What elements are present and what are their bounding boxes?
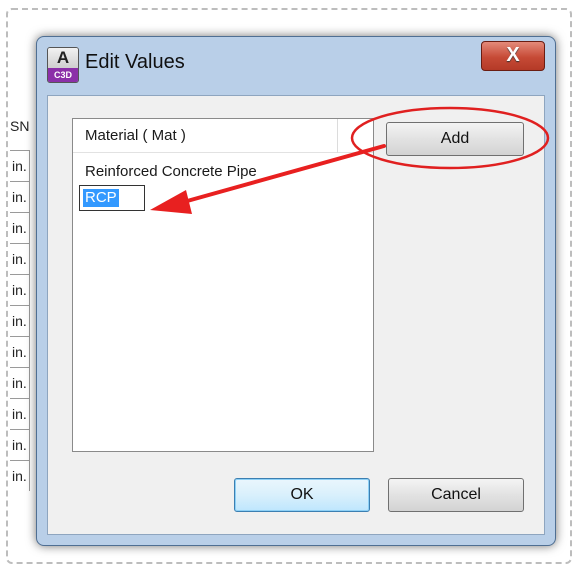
values-list[interactable]: Material ( Mat ) Reinforced Concrete Pip…: [72, 118, 374, 452]
edit-values-dialog: A C3D Edit Values X Material ( Mat ) Rei…: [36, 36, 556, 546]
background-cell: in.: [10, 212, 30, 243]
list-item[interactable]: Reinforced Concrete Pipe: [85, 163, 257, 180]
list-header: Material ( Mat ): [73, 119, 373, 153]
background-cell: in.: [10, 181, 30, 212]
ok-button[interactable]: OK: [234, 478, 370, 512]
background-header-fragment: SN: [10, 118, 30, 134]
selected-edit-text[interactable]: RCP: [83, 189, 119, 207]
add-button[interactable]: Add: [386, 122, 524, 156]
column-header-material[interactable]: Material ( Mat ): [85, 127, 186, 144]
cancel-button[interactable]: Cancel: [388, 478, 524, 512]
column-divider[interactable]: [337, 119, 338, 153]
dialog-title: Edit Values: [85, 51, 185, 73]
app-icon-letter: A: [48, 48, 78, 68]
background-cell: in.: [10, 367, 30, 398]
background-cell: in.: [10, 398, 30, 429]
background-cell: in.: [10, 243, 30, 274]
dialog-client-area: Material ( Mat ) Reinforced Concrete Pip…: [47, 95, 545, 535]
close-button[interactable]: X: [481, 41, 545, 71]
app-icon-badge: C3D: [48, 68, 78, 82]
value-edit-field[interactable]: RCP: [79, 185, 145, 211]
background-cell: in.: [10, 429, 30, 460]
background-cell: in.: [10, 460, 30, 491]
title-bar[interactable]: A C3D Edit Values X: [37, 37, 555, 95]
background-column-strip: in. in. in. in. in. in. in. in. in. in. in.: [10, 150, 30, 491]
autocad-civil3d-app-icon: A C3D: [47, 47, 79, 83]
close-icon: X: [506, 44, 520, 66]
background-cell: in.: [10, 305, 30, 336]
background-cell: in.: [10, 336, 30, 367]
background-cell: in.: [10, 150, 30, 181]
background-cell: in.: [10, 274, 30, 305]
